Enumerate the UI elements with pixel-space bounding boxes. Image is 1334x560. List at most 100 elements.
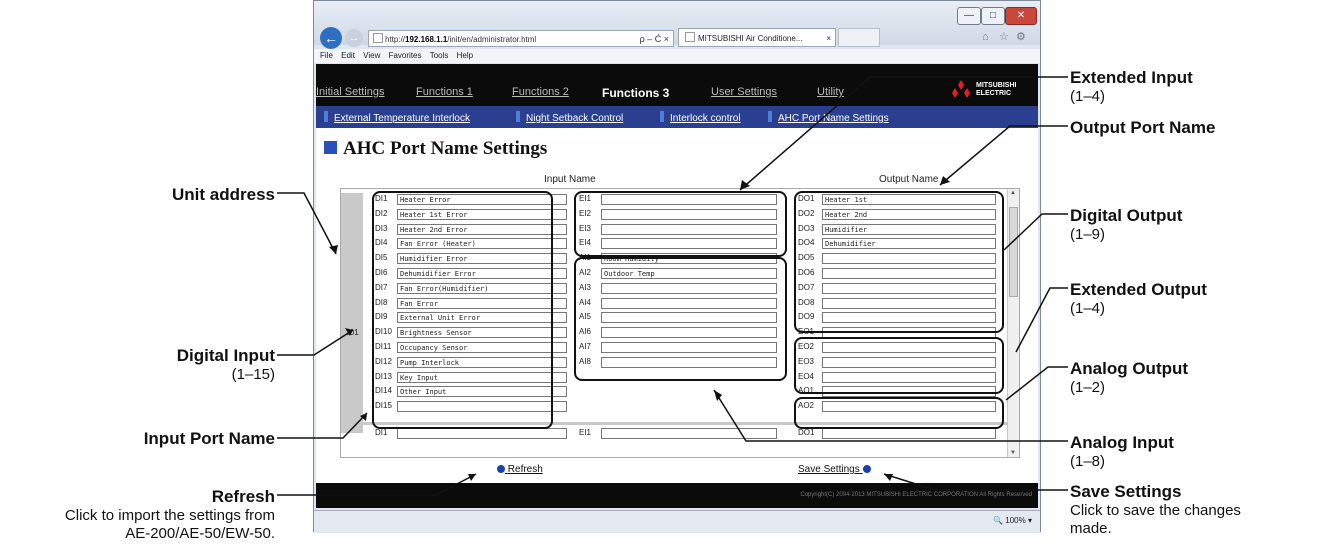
vertical-scrollbar[interactable]: ▲ ▼ (1007, 189, 1019, 457)
scroll-thumb[interactable] (1009, 207, 1018, 297)
menu-edit[interactable]: Edit (341, 51, 355, 60)
tab-title: MITSUBISHI Air Conditione... (698, 34, 803, 43)
save-dot-icon (862, 465, 871, 473)
callout-title: Digital Input (176, 346, 275, 365)
subnav-external-temperature-interlock[interactable]: External Temperature Interlock (324, 111, 470, 124)
address-prefix: http:// (385, 35, 406, 44)
bullet-bar (768, 111, 772, 122)
address-bar[interactable]: http://192.168.1.1/init/en/administrator… (368, 30, 674, 47)
home-icon[interactable]: ⌂ (982, 31, 989, 43)
menu-tools[interactable]: Tools (430, 51, 449, 60)
back-arrow-icon: ← (324, 30, 338, 46)
next-unit-digital-output-input[interactable] (822, 428, 996, 439)
page-title-text: AHC Port Name Settings (343, 138, 548, 159)
main-nav: Initial Settings Functions 1 Functions 2… (316, 64, 1038, 106)
next-unit-extended-input-row: EI1 (579, 428, 777, 441)
callout-title: Input Port Name (143, 429, 275, 448)
back-button[interactable]: ← (320, 27, 342, 49)
callout-input-port-name: Input Port Name (60, 429, 275, 449)
zoom-value: 100% (1005, 516, 1026, 525)
scroll-down-icon[interactable]: ▼ (1010, 450, 1016, 456)
callout-save-settings: Save Settings Click to save the changes … (1070, 482, 1332, 538)
callout-sub: Click to import the settings from AE-200… (64, 507, 275, 542)
nav-functions-1[interactable]: Functions 1 (416, 86, 473, 98)
callout-sub: (1–8) (1070, 453, 1106, 470)
next-unit-digital-output-row: DO1 (798, 428, 996, 441)
callout-sub: (1–4) (1070, 300, 1106, 317)
title-square-icon (324, 141, 337, 154)
favorites-star-icon[interactable]: ☆ (999, 30, 1009, 43)
next-unit-digital-input-input[interactable] (397, 428, 567, 439)
scroll-up-icon[interactable]: ▲ (1010, 190, 1016, 196)
subnav-label: AHC Port Name Settings (778, 113, 889, 124)
close-window-button[interactable]: ✕ (1005, 7, 1037, 25)
web-page: Initial Settings Functions 1 Functions 2… (316, 64, 1038, 508)
maximize-button[interactable]: □ (981, 7, 1005, 25)
callout-title: Unit address (172, 185, 275, 204)
callout-sub: (1–9) (1070, 226, 1106, 243)
forward-arrow-icon: → (348, 32, 360, 44)
input-name-header: Input Name (544, 174, 596, 185)
extended-output-group (794, 337, 1004, 394)
logo-text-2: ELECTRIC (976, 90, 1011, 97)
save-label: Save Settings (798, 464, 860, 475)
nav-functions-2[interactable]: Functions 2 (512, 86, 569, 98)
next-unit-digital-input-label: DI1 (375, 428, 388, 437)
nav-initial-settings[interactable]: Initial Settings (316, 86, 384, 98)
callout-title: Output Port Name (1070, 118, 1216, 137)
callout-sub: (1–4) (1070, 88, 1106, 105)
callout-title: Digital Output (1070, 206, 1183, 225)
logo-text-1: MITSUBISHI (976, 82, 1017, 89)
unit-address-column: 201 (341, 193, 363, 433)
nav-functions-3[interactable]: Functions 3 (602, 86, 669, 100)
address-host: 192.168.1.1 (405, 35, 448, 44)
bullet-bar (516, 111, 520, 122)
new-tab-button[interactable] (838, 28, 880, 47)
callout-extended-input: Extended Input (1–4) (1070, 68, 1193, 106)
menu-view[interactable]: View (363, 51, 380, 60)
menu-help[interactable]: Help (457, 51, 473, 60)
bullet-bar (324, 111, 328, 122)
settings-gear-icon[interactable]: ⚙ (1016, 30, 1026, 43)
callout-output-port-name: Output Port Name (1070, 118, 1215, 138)
three-diamonds-icon (952, 80, 970, 98)
zoom-level[interactable]: 🔍 100% ▾ (993, 516, 1032, 525)
extended-input-group (574, 191, 787, 257)
status-bar: 🔍 100% ▾ (314, 510, 1040, 533)
menu-bar: File Edit View Favorites Tools Help (314, 49, 1040, 63)
next-unit-extended-input-input[interactable] (601, 428, 777, 439)
callout-sub: Click to save the changes made. (1070, 502, 1241, 537)
minimize-button[interactable]: — (957, 7, 981, 25)
analog-input-group (574, 257, 787, 381)
nav-user-settings[interactable]: User Settings (711, 86, 777, 98)
callout-extended-output: Extended Output (1–4) (1070, 280, 1207, 318)
menu-favorites[interactable]: Favorites (389, 51, 422, 60)
callout-digital-output: Digital Output (1–9) (1070, 206, 1182, 244)
subnav-interlock-control[interactable]: Interlock control (660, 111, 741, 124)
page-icon (373, 33, 383, 43)
callout-title: Analog Input (1070, 433, 1174, 452)
refresh-link[interactable]: Refresh (497, 464, 543, 475)
subnav-ahc-port-name-settings[interactable]: AHC Port Name Settings (768, 111, 889, 124)
analog-output-group (794, 397, 1004, 429)
callout-refresh: Refresh Click to import the settings fro… (0, 487, 275, 543)
browser-tab[interactable]: MITSUBISHI Air Conditione... × (678, 28, 836, 47)
forward-button[interactable]: → (345, 29, 363, 47)
output-name-header: Output Name (879, 174, 939, 185)
address-controls[interactable]: ρ – Ć × (640, 31, 669, 46)
save-settings-link[interactable]: Save Settings (798, 464, 871, 475)
bullet-bar (660, 111, 664, 122)
browser-window: — □ ✕ ← → http://192.168.1.1/init/en/adm… (313, 0, 1041, 533)
next-unit-digital-input-row: DI1 (375, 428, 567, 441)
menu-file[interactable]: File (320, 51, 333, 60)
page-footer: Copyright(C) 2004-2013 MITSUBISHI ELECTR… (316, 483, 1038, 508)
tab-page-icon (685, 32, 695, 42)
tab-close-icon[interactable]: × (826, 29, 831, 46)
callout-title: Refresh (211, 487, 275, 506)
callout-title: Analog Output (1070, 359, 1189, 378)
refresh-label: Refresh (507, 464, 543, 475)
subnav-night-setback-control[interactable]: Night Setback Control (516, 111, 623, 124)
next-unit-digital-output-label: DO1 (798, 428, 815, 437)
address-path: /init/en/administrator.html (447, 35, 537, 44)
nav-utility[interactable]: Utility (817, 86, 844, 98)
